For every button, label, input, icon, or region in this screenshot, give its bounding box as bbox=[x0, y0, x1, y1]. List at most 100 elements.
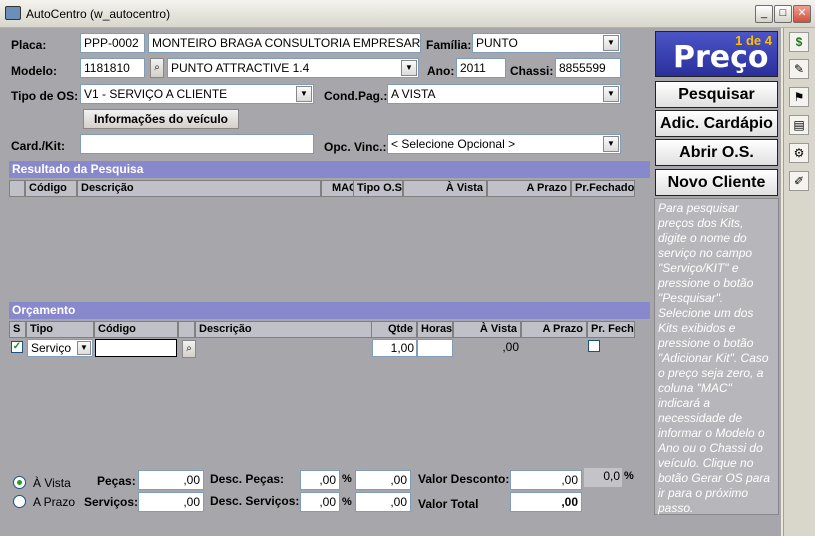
placa-label: Placa: bbox=[11, 38, 47, 52]
chevron-down-icon[interactable]: ▼ bbox=[401, 60, 417, 76]
chassi-label: Chassi: bbox=[510, 64, 554, 78]
placa-field[interactable]: PPP-0002 bbox=[80, 33, 145, 53]
ano-label: Ano: bbox=[427, 64, 455, 78]
col-codigo[interactable]: Código bbox=[94, 321, 178, 338]
pr-fech-checkbox[interactable] bbox=[588, 340, 600, 352]
valor-total-label: Valor Total bbox=[418, 497, 479, 511]
col-horas[interactable]: Horas bbox=[417, 321, 453, 338]
col-pr-fech[interactable]: Pr. Fech bbox=[587, 321, 635, 338]
cond-pag-dropdown[interactable]: A VISTA ▼ bbox=[387, 84, 621, 104]
search-modelo-button[interactable]: ⌕ bbox=[150, 58, 164, 78]
desc-pecas-pct-input[interactable]: ,00 bbox=[300, 470, 340, 490]
novo-cliente-button[interactable]: Novo Cliente bbox=[655, 169, 778, 196]
modelo-dropdown[interactable]: PUNTO ATTRACTIVE 1.4 ▼ bbox=[167, 58, 419, 78]
print-icon[interactable]: ▤ bbox=[789, 115, 809, 135]
col-a-prazo[interactable]: A Prazo bbox=[487, 180, 571, 197]
lookup-icon: ⌕ bbox=[154, 62, 160, 73]
desc-servicos-pct-input[interactable]: ,00 bbox=[300, 492, 340, 512]
card-kit-input[interactable] bbox=[80, 134, 314, 154]
a-vista-label: À Vista bbox=[33, 476, 71, 490]
codigo-input[interactable] bbox=[95, 339, 177, 357]
a-vista-cell: ,00 bbox=[502, 340, 519, 354]
card-kit-label: Card./Kit: bbox=[11, 139, 65, 153]
pecas-label: Peças: bbox=[97, 474, 136, 488]
search-codigo-button[interactable]: ⌕ bbox=[182, 340, 196, 358]
chevron-down-icon[interactable]: ▼ bbox=[603, 35, 619, 51]
row-select-checkbox[interactable]: ✓ bbox=[11, 341, 23, 353]
chevron-down-icon[interactable]: ▼ bbox=[296, 86, 312, 102]
adic-cardapio-button[interactable]: Adic. Cardápio bbox=[655, 110, 778, 137]
maximize-button[interactable]: □ bbox=[774, 5, 792, 23]
qtde-input[interactable]: 1,00 bbox=[372, 339, 417, 357]
lookup-icon: ⌕ bbox=[186, 343, 192, 354]
col-codigo[interactable]: Código bbox=[25, 180, 77, 197]
tipo-os-label: Tipo de OS: bbox=[11, 89, 79, 103]
descricao-cell bbox=[198, 339, 372, 358]
pct-symbol: % bbox=[342, 496, 352, 508]
modelo-label: Modelo: bbox=[11, 64, 57, 78]
pecas-field: ,00 bbox=[138, 470, 204, 490]
preco-title: Preço bbox=[673, 40, 769, 75]
valor-desconto-label: Valor Desconto: bbox=[418, 472, 510, 486]
col-qtde[interactable]: Qtde bbox=[371, 321, 417, 338]
desc-pecas-label: Desc. Peças: bbox=[210, 472, 285, 486]
col-a-prazo[interactable]: A Prazo bbox=[521, 321, 587, 338]
chevron-down-icon[interactable]: ▼ bbox=[603, 136, 619, 152]
tipo-value: Serviço bbox=[31, 341, 72, 355]
chassi-field[interactable]: 8855599 bbox=[555, 58, 621, 78]
col-a-vista[interactable]: À Vista bbox=[453, 321, 521, 338]
tool-strip: $ ✎ ⚑ ▤ ⚙ ✐ bbox=[783, 28, 815, 536]
orcamento-table-header: S Tipo Código Descrição Qtde Horas À Vis… bbox=[9, 321, 650, 338]
desc-pecas-value-input[interactable]: ,00 bbox=[355, 470, 411, 490]
pesquisar-button[interactable]: Pesquisar bbox=[655, 81, 778, 108]
main-panel bbox=[0, 28, 651, 536]
familia-dropdown[interactable]: PUNTO ▼ bbox=[472, 33, 621, 53]
tools-icon[interactable]: ✐ bbox=[789, 171, 809, 191]
edit-icon[interactable]: ✎ bbox=[789, 59, 809, 79]
a-prazo-label: A Prazo bbox=[33, 495, 76, 509]
tipo-os-value: V1 - SERVIÇO A CLIENTE bbox=[84, 87, 228, 101]
col-a-vista[interactable]: À Vista bbox=[403, 180, 487, 197]
servicos-label: Serviços: bbox=[84, 495, 139, 509]
customer-name-field[interactable]: MONTEIRO BRAGA CONSULTORIA EMPRESARIA bbox=[148, 33, 421, 53]
horas-input[interactable] bbox=[417, 339, 453, 357]
a-prazo-radio[interactable] bbox=[13, 495, 26, 508]
dollar-icon[interactable]: $ bbox=[789, 32, 809, 52]
ano-field[interactable]: 2011 bbox=[456, 58, 506, 78]
minimize-button[interactable]: _ bbox=[755, 5, 773, 23]
chevron-down-icon[interactable]: ▼ bbox=[77, 341, 91, 355]
cond-pag-label: Cond.Pag.: bbox=[324, 89, 388, 103]
gear-icon[interactable]: ⚙ bbox=[789, 143, 809, 163]
tipo-os-dropdown[interactable]: V1 - SERVIÇO A CLIENTE ▼ bbox=[80, 84, 314, 104]
desc-servicos-label: Desc. Serviços: bbox=[210, 494, 300, 508]
resultado-table-header: Código Descrição MAC Tipo O.S À Vista A … bbox=[9, 180, 650, 197]
col-pr-fechado[interactable]: Pr.Fechado bbox=[571, 180, 635, 197]
a-vista-radio[interactable] bbox=[13, 476, 26, 489]
app-icon bbox=[5, 6, 21, 20]
a-prazo-cell bbox=[521, 339, 587, 358]
col-descricao[interactable]: Descrição bbox=[77, 180, 321, 197]
col-s[interactable]: S bbox=[9, 321, 26, 338]
opc-vinc-dropdown[interactable]: < Selecione Opcional > ▼ bbox=[387, 134, 621, 154]
window-title: AutoCentro (w_autocentro) bbox=[26, 7, 171, 21]
col-tipo[interactable]: Tipo bbox=[26, 321, 94, 338]
chevron-down-icon[interactable]: ▼ bbox=[603, 86, 619, 102]
pct-symbol: % bbox=[342, 473, 352, 485]
info-veiculo-button[interactable]: Informações do veículo bbox=[83, 109, 239, 129]
flag-icon[interactable]: ⚑ bbox=[789, 87, 809, 107]
desc-servicos-value-input[interactable]: ,00 bbox=[355, 492, 411, 512]
abrir-os-button[interactable]: Abrir O.S. bbox=[655, 139, 778, 166]
valor-total-field: ,00 bbox=[510, 492, 582, 512]
close-button[interactable]: ✕ bbox=[793, 5, 811, 23]
orcamento-section-title: Orçamento bbox=[9, 302, 650, 319]
col-tipo-os[interactable]: Tipo O.S bbox=[353, 180, 403, 197]
modelo-desc: PUNTO ATTRACTIVE 1.4 bbox=[171, 61, 310, 75]
tipo-dropdown[interactable]: Serviço ▼ bbox=[27, 339, 93, 357]
valor-desconto-field: ,00 bbox=[510, 470, 582, 490]
cond-pag-value: A VISTA bbox=[391, 87, 436, 101]
modelo-code-field[interactable]: 1181810 bbox=[80, 58, 145, 78]
opc-vinc-label: Opc. Vinc.: bbox=[324, 140, 387, 154]
valor-desconto-pct: 0,0 bbox=[584, 468, 622, 487]
preco-header: 1 de 4 Preço bbox=[655, 31, 778, 77]
servicos-field: ,00 bbox=[138, 492, 204, 512]
